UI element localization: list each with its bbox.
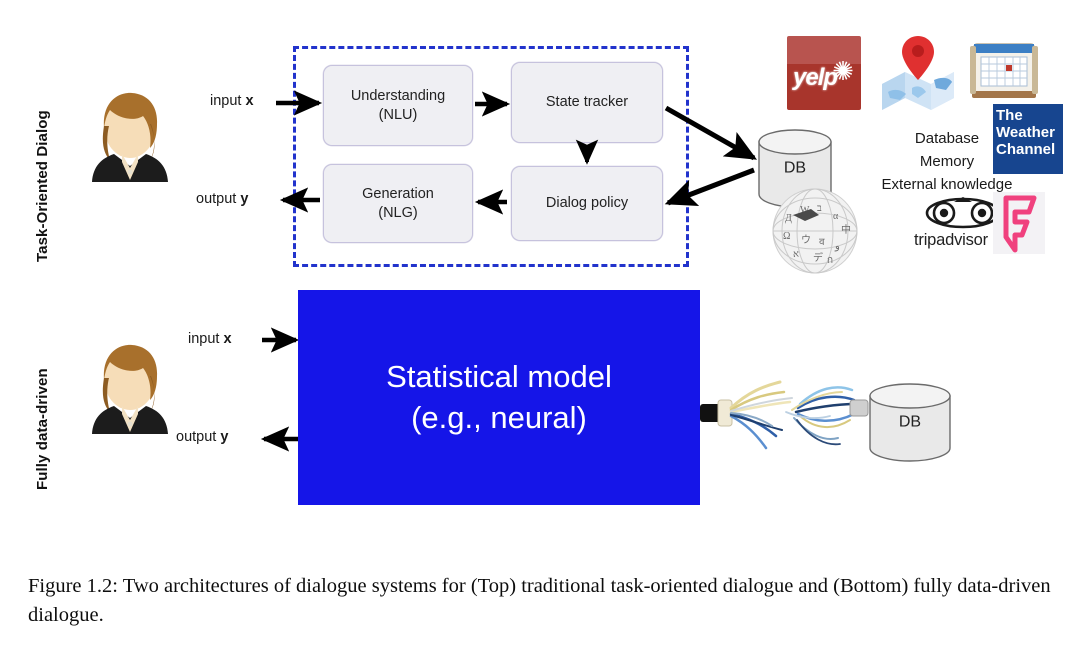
svg-text:व: व	[819, 237, 825, 248]
weather-line3: Channel	[996, 140, 1056, 158]
figure-area: Task-Oriented Dialog Fully data-driven i…	[0, 0, 1080, 560]
svg-text:Д: Д	[785, 213, 792, 224]
yelp-logo-icon: yelp ✺	[787, 36, 861, 110]
weather-line1: The	[996, 107, 1023, 124]
foursquare-logo-icon	[993, 192, 1045, 254]
weather-channel-logo-icon: The Weather Channel	[993, 104, 1063, 174]
svg-text:α: α	[833, 211, 839, 222]
svg-text:א: א	[793, 249, 799, 260]
svg-text:ก: ก	[827, 255, 833, 266]
database-cylinder-bottom: DB	[866, 382, 954, 462]
tripadvisor-wordmark: tripadvisor	[914, 231, 988, 249]
svg-text:Ω: Ω	[783, 231, 790, 242]
svg-text:و: و	[834, 241, 840, 252]
weather-line2: Weather	[996, 123, 1055, 141]
yelp-burst-icon: ✺	[832, 56, 854, 86]
figure-caption: Figure 1.2: Two architectures of dialogu…	[28, 575, 1051, 627]
svg-text:デ: デ	[813, 251, 823, 264]
maps-logo-icon	[878, 32, 958, 112]
tripadvisor-logo-icon: tripadvisor	[896, 197, 1006, 250]
calendar-logo-icon	[968, 34, 1040, 106]
svg-text:ウ: ウ	[801, 234, 811, 246]
db-label-bottom: DB	[898, 413, 922, 431]
wikipedia-logo-icon: Д W ב α 中 Ω ウ व و א デ ก	[771, 187, 859, 275]
db-label-top: DB	[783, 159, 807, 177]
svg-text:ב: ב	[817, 203, 822, 214]
svg-text:中: 中	[841, 223, 851, 236]
